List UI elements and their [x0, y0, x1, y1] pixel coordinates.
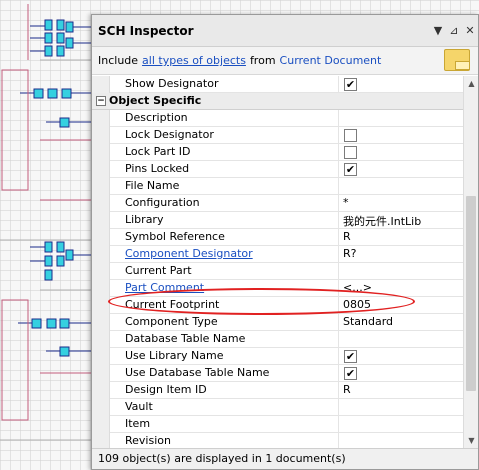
property-label: Database Table Name	[125, 332, 246, 345]
object-filter-link[interactable]: all types of objects	[142, 54, 246, 67]
property-row-show-designator[interactable]: Show Designator ✔	[92, 76, 463, 93]
property-label: Lock Part ID	[125, 145, 191, 158]
folder-icon[interactable]	[444, 49, 470, 71]
sch-inspector-panel[interactable]: SCH Inspector ▼ ⊿ ✕ Include all types of…	[91, 14, 479, 470]
lock-part-id-checkbox[interactable]	[344, 146, 357, 159]
annotation-ellipse	[108, 288, 415, 315]
property-label: Current Part	[125, 264, 192, 277]
property-row-configuration[interactable]: Configuration *	[92, 195, 463, 212]
property-label: Library	[125, 213, 164, 226]
status-text: 109 object(s) are displayed in 1 documen…	[98, 452, 346, 465]
source-document-link[interactable]: Current Document	[280, 54, 382, 67]
use-library-name-checkbox[interactable]: ✔	[344, 350, 357, 363]
property-row-use-library-name[interactable]: Use Library Name ✔	[92, 348, 463, 365]
property-label: Use Database Table Name	[125, 366, 270, 379]
property-row-file-name[interactable]: File Name	[92, 178, 463, 195]
collapse-icon[interactable]: −	[96, 96, 106, 106]
property-row-pins-locked[interactable]: Pins Locked ✔	[92, 161, 463, 178]
property-row-component-type[interactable]: Component Type Standard	[92, 314, 463, 331]
use-database-table-name-checkbox[interactable]: ✔	[344, 367, 357, 380]
property-value[interactable]: 我的元件.IntLib	[343, 213, 421, 229]
property-grid: Show Designator ✔ − Object Specific Desc…	[92, 76, 463, 448]
component-designator-link[interactable]: Component Designator	[125, 247, 339, 260]
property-label: File Name	[125, 179, 180, 192]
property-row-use-database-table-name[interactable]: Use Database Table Name ✔	[92, 365, 463, 382]
show-designator-checkbox[interactable]: ✔	[344, 78, 357, 91]
pin-icon[interactable]: ⊿	[446, 24, 462, 37]
property-row-item[interactable]: Item	[92, 416, 463, 433]
property-row-database-table-name[interactable]: Database Table Name	[92, 331, 463, 348]
panel-titlebar[interactable]: SCH Inspector ▼ ⊿ ✕	[92, 15, 478, 47]
property-row-vault[interactable]: Vault	[92, 399, 463, 416]
property-row-symbol-reference[interactable]: Symbol Reference R	[92, 229, 463, 246]
scroll-up-arrow-icon[interactable]: ▲	[464, 76, 479, 91]
property-label: Pins Locked	[125, 162, 190, 175]
pins-locked-checkbox[interactable]: ✔	[344, 163, 357, 176]
lock-designator-checkbox[interactable]	[344, 129, 357, 142]
section-object-specific[interactable]: − Object Specific	[92, 93, 463, 110]
property-label: Show Designator	[125, 77, 219, 90]
scope-bar: Include all types of objects from Curren…	[92, 47, 478, 75]
property-label: Revision	[125, 434, 171, 447]
property-label: Component Type	[125, 315, 218, 328]
property-label: Description	[125, 111, 188, 124]
property-label: Item	[125, 417, 151, 430]
property-value[interactable]: R?	[343, 247, 356, 260]
property-row-component-designator[interactable]: Component Designator R?	[92, 246, 463, 263]
section-label: Object Specific	[109, 94, 202, 107]
scroll-down-arrow-icon[interactable]: ▼	[464, 433, 479, 448]
property-value[interactable]: R	[343, 230, 351, 243]
dropdown-arrow-icon[interactable]: ▼	[430, 24, 446, 37]
property-label: Configuration	[125, 196, 200, 209]
property-row-design-item-id[interactable]: Design Item ID R	[92, 382, 463, 399]
close-icon[interactable]: ✕	[462, 24, 478, 37]
property-row-revision[interactable]: Revision	[92, 433, 463, 448]
property-label: Vault	[125, 400, 153, 413]
property-row-description[interactable]: Description	[92, 110, 463, 127]
panel-title: SCH Inspector	[98, 23, 194, 38]
property-row-library[interactable]: Library 我的元件.IntLib	[92, 212, 463, 229]
property-row-lock-designator[interactable]: Lock Designator	[92, 127, 463, 144]
property-value[interactable]: Standard	[343, 315, 393, 328]
vertical-scrollbar[interactable]: ▲ ▼	[463, 76, 478, 448]
property-label: Use Library Name	[125, 349, 224, 362]
scrollbar-thumb[interactable]	[466, 196, 476, 391]
scope-prefix: Include	[98, 54, 139, 67]
status-bar: 109 object(s) are displayed in 1 documen…	[92, 448, 478, 469]
scope-middle: from	[249, 54, 276, 67]
property-label: Design Item ID	[125, 383, 207, 396]
property-row-lock-part-id[interactable]: Lock Part ID	[92, 144, 463, 161]
property-value[interactable]: R	[343, 383, 351, 396]
property-label: Symbol Reference	[125, 230, 225, 243]
property-row-current-part[interactable]: Current Part	[92, 263, 463, 280]
property-label: Lock Designator	[125, 128, 214, 141]
property-value[interactable]: *	[343, 196, 349, 209]
